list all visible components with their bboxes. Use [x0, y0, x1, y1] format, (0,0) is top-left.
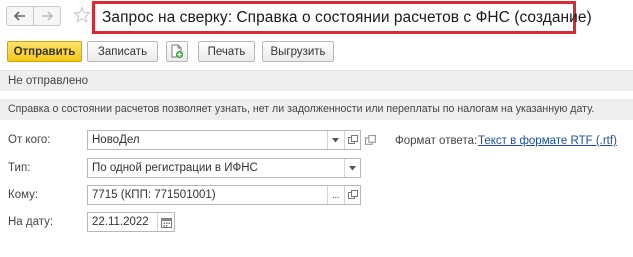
- from-dropdown-button[interactable]: [327, 131, 343, 149]
- add-document-button[interactable]: [166, 41, 188, 62]
- unload-button[interactable]: Выгрузить: [262, 41, 334, 62]
- chevron-down-icon: [332, 137, 339, 142]
- format-link[interactable]: Текст в формате RTF (.rtf): [478, 135, 617, 147]
- print-button[interactable]: Печать: [198, 41, 255, 62]
- from-link-icon[interactable]: [365, 135, 376, 146]
- page-title: Запрос на сверку: Справка о состоянии ра…: [102, 9, 592, 26]
- to-value: 7715 (КПП: 771501001): [92, 189, 216, 201]
- title-frame: Запрос на сверку: Справка о состоянии ра…: [92, 1, 592, 34]
- type-label: Тип:: [8, 162, 31, 174]
- info-strip: Справка о состоянии расчетов позволяет у…: [0, 99, 633, 120]
- calendar-button[interactable]: [157, 213, 174, 231]
- status-strip: Не отправлено: [0, 70, 633, 91]
- send-button[interactable]: Отправить: [7, 41, 82, 62]
- star-icon[interactable]: [73, 6, 91, 24]
- to-field[interactable]: 7715 (КПП: 771501001) ...: [87, 185, 361, 205]
- add-document-icon: [171, 44, 184, 59]
- ellipsis-icon: ...: [332, 189, 339, 201]
- navigation-buttons: [6, 6, 66, 26]
- from-field[interactable]: НовоДел: [87, 130, 361, 150]
- forward-button[interactable]: [33, 6, 61, 26]
- chevron-down-icon: [349, 165, 356, 170]
- external-link-icon: [347, 135, 358, 144]
- calendar-icon: [160, 217, 172, 228]
- external-link-icon: [347, 190, 358, 199]
- type-select[interactable]: По одной регистрации в ИФНС: [87, 158, 361, 178]
- type-dropdown-button[interactable]: [344, 159, 360, 177]
- date-value: 22.11.2022: [92, 216, 149, 228]
- to-select-button[interactable]: ...: [327, 186, 343, 204]
- back-button[interactable]: [6, 6, 34, 26]
- arrow-left-icon: [14, 11, 25, 21]
- status-text: Не отправлено: [8, 75, 89, 87]
- date-field[interactable]: 22.11.2022: [87, 212, 175, 232]
- to-label: Кому:: [8, 189, 39, 201]
- arrow-right-icon: [42, 11, 53, 21]
- to-open-button[interactable]: [344, 186, 360, 204]
- type-value: По одной регистрации в ИФНС: [92, 162, 258, 174]
- from-value: НовоДел: [92, 134, 140, 146]
- from-label: От кого:: [8, 134, 51, 146]
- from-open-button[interactable]: [344, 131, 360, 149]
- info-text: Справка о состоянии расчетов позволяет у…: [8, 103, 595, 115]
- date-label: На дату:: [8, 216, 54, 228]
- write-button[interactable]: Записать: [87, 41, 158, 62]
- format-label: Формат ответа:: [395, 135, 478, 147]
